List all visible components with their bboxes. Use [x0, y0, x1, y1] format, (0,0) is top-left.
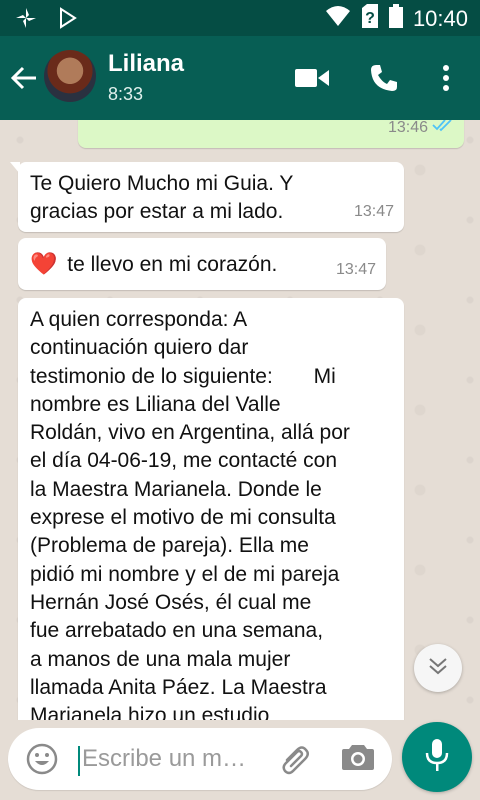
- chat-header: Liliana 8:33: [0, 36, 480, 120]
- message-line: fue arrebatado en una semana,: [30, 619, 324, 643]
- chat-area[interactable]: 13:46 Te Quiero Mucho mi Guia. Y gracias…: [0, 120, 480, 720]
- more-vert-icon[interactable]: [428, 60, 464, 96]
- message-line: el día 04-06-19, me contacté con: [30, 449, 338, 473]
- message-line: continuación quiero dar: [30, 336, 249, 360]
- scroll-down-button[interactable]: [414, 644, 462, 692]
- camera-icon[interactable]: [342, 742, 376, 776]
- text-caret: [78, 746, 80, 776]
- message-line: pidió mi nombre y el de mi pareja: [30, 562, 340, 586]
- message-incoming[interactable]: Te Quiero Mucho mi Guia. Y gracias por e…: [10, 162, 404, 232]
- message-line: exprese el motivo de mi consulta: [30, 506, 336, 530]
- voice-call-icon[interactable]: [366, 60, 402, 96]
- svg-text:?: ?: [365, 10, 375, 27]
- wifi-icon: [325, 5, 351, 32]
- status-bar: ? 10:40: [0, 0, 480, 36]
- play-store-icon: [56, 6, 80, 35]
- battery-icon: [388, 4, 403, 33]
- message-line: Roldán, vivo en Argentina, allá por: [30, 421, 350, 445]
- mic-icon: [424, 738, 450, 777]
- heart-emoji: ❤️: [30, 251, 58, 276]
- status-time: 10:40: [412, 5, 468, 31]
- composer-box: [8, 728, 392, 790]
- message-line: nombre es Liliana del Valle: [30, 392, 281, 416]
- video-call-icon[interactable]: [294, 60, 330, 96]
- message-line: testimonio de lo siguiente: Mi: [30, 364, 336, 388]
- message-text: te llevo en mi corazón.: [67, 253, 278, 276]
- back-arrow-icon[interactable]: [8, 62, 44, 98]
- message-time: 13:47: [353, 203, 394, 220]
- message-line: la Maestra Marianela. Donde le: [30, 477, 322, 501]
- double-check-icon: [432, 120, 454, 140]
- mic-button[interactable]: [402, 722, 472, 792]
- pinwheel-icon: [14, 6, 38, 35]
- contact-subtitle: 8:33: [108, 84, 144, 104]
- avatar[interactable]: [44, 50, 96, 102]
- no-sim-icon: ?: [361, 4, 379, 33]
- message-input[interactable]: [82, 740, 272, 778]
- message-line: a manos de una mala mujer: [30, 647, 291, 671]
- message-line: Marianela hizo un estudio: [30, 704, 270, 720]
- message-time: 13:47: [335, 261, 376, 278]
- message-line: Hernán José Osés, él cual me: [30, 590, 312, 614]
- message-outgoing[interactable]: 13:46: [78, 120, 464, 148]
- contact-name[interactable]: Liliana: [108, 50, 184, 78]
- message-time: 13:46: [387, 120, 428, 136]
- message-text: Te Quiero Mucho mi Guia. Y gracias por e…: [30, 172, 294, 223]
- message-incoming[interactable]: ❤️ te llevo en mi corazón. 13:47: [18, 238, 386, 290]
- message-line: llamada Anita Páez. La Maestra: [30, 675, 327, 699]
- bubble-tail: [10, 162, 20, 174]
- message-incoming[interactable]: A quien corresponda: A continuación quie…: [18, 298, 404, 720]
- message-line: (Problema de pareja). Ella me: [30, 534, 309, 558]
- emoji-icon[interactable]: [26, 743, 58, 775]
- message-line: A quien corresponda: A: [30, 308, 248, 331]
- attach-icon[interactable]: [278, 742, 312, 776]
- scroll-down-icon: [428, 657, 448, 680]
